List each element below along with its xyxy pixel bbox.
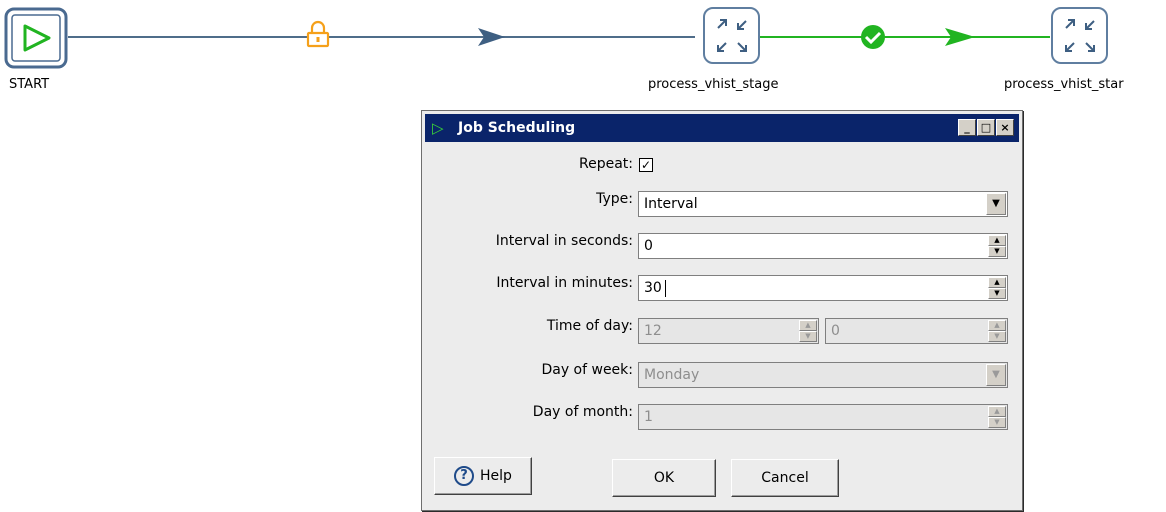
hop-lines: [4, 7, 1108, 69]
dialog-title: Job Scheduling: [458, 120, 576, 136]
process-vhist-star-node[interactable]: [1051, 7, 1108, 64]
spin-up-icon[interactable]: ▲: [988, 277, 1006, 288]
start-node[interactable]: [4, 7, 68, 69]
stage-label: process_vhist_stage: [648, 77, 779, 92]
minimize-button[interactable]: _: [958, 119, 976, 136]
lock-icon: [306, 20, 330, 48]
interval-seconds-input[interactable]: 0 ▲ ▼: [638, 233, 1008, 259]
time-minute-value: 0: [831, 323, 840, 339]
interval-minutes-label: Interval in minutes:: [496, 275, 633, 291]
help-icon: ?: [454, 466, 475, 486]
maximize-button[interactable]: □: [977, 119, 995, 136]
day-of-month-input[interactable]: 1 ▲ ▼: [638, 404, 1008, 430]
close-button[interactable]: ×: [996, 119, 1014, 136]
success-check-icon: [861, 25, 885, 49]
interval-seconds-spinner[interactable]: ▲ ▼: [988, 235, 1006, 257]
spin-up-icon[interactable]: ▲: [988, 406, 1006, 417]
time-hour-value: 12: [644, 323, 662, 339]
time-minute-input[interactable]: 0 ▲ ▼: [825, 318, 1008, 344]
help-button[interactable]: ? Help: [434, 457, 532, 495]
help-button-label: Help: [480, 468, 512, 484]
day-of-month-value: 1: [644, 409, 653, 425]
interval-seconds-value: 0: [644, 238, 653, 254]
spin-down-icon[interactable]: ▼: [799, 331, 817, 342]
play-icon: ▷: [432, 119, 444, 137]
interval-minutes-value: 30: [644, 280, 662, 296]
chevron-down-icon[interactable]: ▼: [986, 364, 1006, 386]
interval-minutes-input[interactable]: 30 ▲ ▼: [638, 275, 1008, 301]
repeat-label: Repeat:: [579, 156, 633, 172]
spin-up-icon[interactable]: ▲: [988, 320, 1006, 331]
day-of-week-select[interactable]: Monday ▼: [638, 362, 1008, 388]
spin-up-icon[interactable]: ▲: [988, 235, 1006, 246]
time-hour-spinner[interactable]: ▲ ▼: [799, 320, 817, 342]
interval-seconds-label: Interval in seconds:: [495, 233, 633, 249]
job-scheduling-dialog: ▷ Job Scheduling _ □ × Repeat: ✓ Type: I…: [421, 110, 1023, 511]
dialog-titlebar[interactable]: ▷ Job Scheduling _ □ ×: [425, 114, 1019, 142]
day-of-week-value: Monday: [644, 367, 700, 383]
star-label: process_vhist_star: [1004, 77, 1124, 92]
spin-down-icon[interactable]: ▼: [988, 246, 1006, 257]
spin-down-icon[interactable]: ▼: [988, 331, 1006, 342]
time-of-day-label: Time of day:: [546, 318, 633, 334]
ok-button[interactable]: OK: [612, 459, 716, 497]
day-of-month-spinner[interactable]: ▲ ▼: [988, 406, 1006, 428]
repeat-checkbox[interactable]: ✓: [639, 158, 653, 172]
process-vhist-stage-node[interactable]: [703, 7, 760, 64]
interval-minutes-spinner[interactable]: ▲ ▼: [988, 277, 1006, 299]
time-hour-input[interactable]: 12 ▲ ▼: [638, 318, 819, 344]
start-label: START: [9, 77, 50, 92]
text-cursor: [665, 280, 666, 297]
day-of-month-label: Day of month:: [532, 404, 633, 420]
spin-up-icon[interactable]: ▲: [799, 320, 817, 331]
type-value: Interval: [644, 196, 698, 212]
type-select[interactable]: Interval ▼: [638, 191, 1008, 217]
spin-down-icon[interactable]: ▼: [988, 417, 1006, 428]
cancel-button[interactable]: Cancel: [731, 459, 839, 497]
chevron-down-icon[interactable]: ▼: [986, 193, 1006, 215]
day-of-week-label: Day of week:: [541, 362, 633, 378]
spin-down-icon[interactable]: ▼: [988, 288, 1006, 299]
type-label: Type:: [596, 191, 633, 207]
time-minute-spinner[interactable]: ▲ ▼: [988, 320, 1006, 342]
